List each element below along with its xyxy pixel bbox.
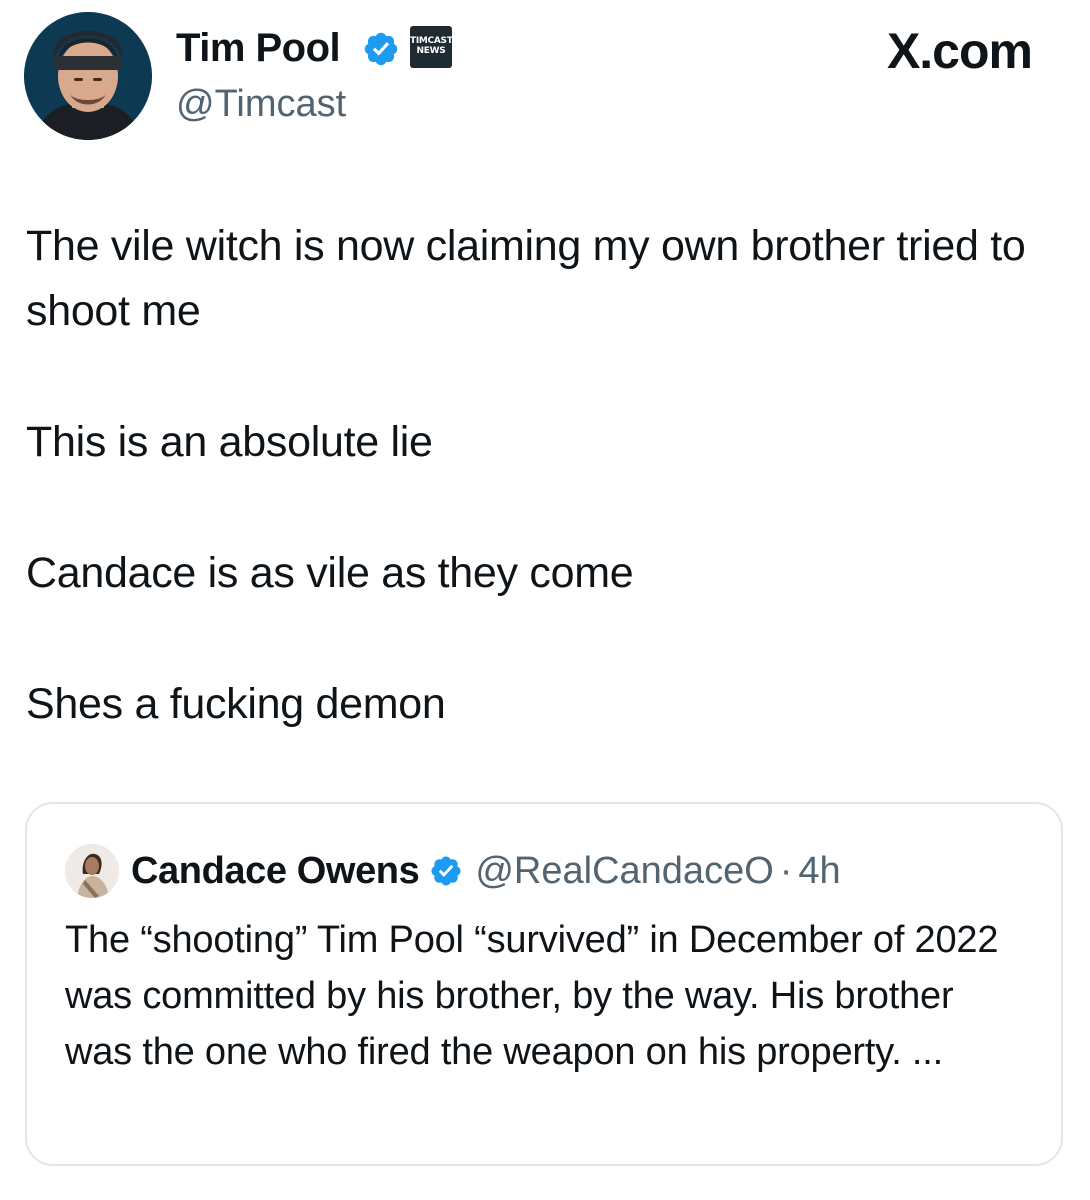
quoted-author-avatar-image [65,844,119,898]
verified-badge-icon [364,32,398,66]
quoted-post-timestamp[interactable]: 4h [798,850,840,893]
verified-badge-icon [431,856,461,886]
affiliate-badge-line-1: TIMCAST [410,36,453,46]
author-name[interactable]: Tim Pool [176,24,341,72]
quoted-post-card[interactable]: Candace Owens @RealCandaceO · 4h The “sh… [25,802,1063,1166]
quoted-author-handle[interactable]: @RealCandaceO [475,850,773,893]
author-avatar[interactable] [24,12,152,140]
post-paragraph: This is an absolute lie [26,418,433,466]
author-avatar-image [24,12,152,140]
quoted-post-header: Candace Owens @RealCandaceO · 4h [131,844,841,898]
timcast-news-badge-icon[interactable]: TIMCAST NEWS [410,26,453,68]
post-paragraph: The vile witch is now claiming my own br… [26,222,1026,335]
affiliate-badge-line-2: NEWS [416,46,446,56]
post-paragraph: Shes a fucking demon [26,680,446,728]
quoted-author-avatar[interactable] [65,844,119,898]
quoted-author-name[interactable]: Candace Owens [131,850,420,893]
site-label: X.com [886,23,1033,79]
post-paragraph: Candace is as vile as they come [26,549,634,597]
quoted-post-text: The “shooting” Tim Pool “survived” in De… [65,919,999,1073]
author-handle[interactable]: @Timcast [176,80,346,128]
separator-dot: · [779,849,793,892]
post-body: The vile witch is now claiming my own br… [26,214,1056,737]
